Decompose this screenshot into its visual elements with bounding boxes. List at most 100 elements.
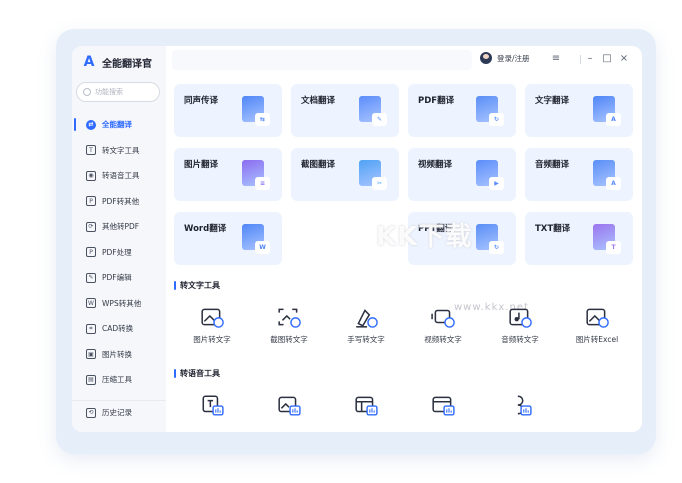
- card-art-badge: A: [606, 177, 621, 190]
- logo-icon: A: [83, 54, 95, 70]
- sidebar-item-5[interactable]: P PDF处理: [72, 240, 166, 266]
- document-translate-icon: ✎: [359, 96, 387, 126]
- sidebar-item-10[interactable]: ▤ 压缩工具: [72, 367, 166, 393]
- sidebar-item-label: PDF处理: [102, 247, 132, 257]
- translate-card-label: 视频翻译: [418, 160, 453, 170]
- to-pdf-icon: ⟳: [86, 221, 96, 232]
- history-icon: ⟲: [86, 407, 96, 418]
- card-art-badge: ✎: [372, 113, 387, 126]
- tool-item[interactable]: [251, 394, 327, 416]
- tool-item[interactable]: [328, 394, 404, 416]
- screenshot-to-text-icon: [278, 308, 301, 328]
- translate-card-label: PDF翻译: [418, 96, 455, 106]
- ppt-translate-icon: ↻: [476, 224, 504, 254]
- avatar: [480, 52, 492, 64]
- translate-card[interactable]: Word翻译 W: [174, 212, 282, 265]
- translate-card[interactable]: 文字翻译 A: [525, 84, 633, 137]
- close-icon[interactable]: ×: [618, 52, 630, 66]
- translate-card-label: 同声传译: [184, 96, 219, 106]
- speaker-voice-icon: [517, 395, 532, 416]
- simultaneous-interpret-icon: ⇆: [242, 96, 270, 126]
- video-translate-icon: ▶: [476, 160, 504, 190]
- section-title-voice-tools: 转语音工具: [174, 368, 220, 379]
- sidebar-item-label: PDF编辑: [102, 273, 132, 283]
- translate-card-label: 截图翻译: [301, 160, 336, 170]
- title-bar: 登录/注册 ≡ – □ ×: [166, 46, 642, 74]
- tool-item[interactable]: 视频转文字: [405, 306, 481, 345]
- translate-card[interactable]: 图片翻译 ≡: [174, 148, 282, 201]
- translate-card-label: 文字翻译: [535, 96, 570, 106]
- title-bar-divider: [580, 55, 581, 64]
- sidebar-item-3[interactable]: P PDF转其他: [72, 189, 166, 215]
- minimize-icon[interactable]: –: [584, 52, 596, 66]
- app-title: 全能翻译官: [102, 58, 152, 70]
- card-art-badge: ↻: [489, 241, 504, 254]
- tool-item[interactable]: 截图转文字: [251, 306, 327, 345]
- sidebar-item-9[interactable]: ▣ 图片转换: [72, 342, 166, 368]
- watermark-logo: KK下载: [376, 222, 473, 252]
- sidebar-item-label: 转文字工具: [102, 145, 140, 155]
- app-window: A 全能翻译官 ⇄ 全能翻译 T 转文字工具 ◉ 转语音工具 P PDF转其他 ⟳ 其他转PDF P…: [72, 46, 642, 432]
- card-art-badge: ⇆: [255, 113, 270, 126]
- translate-icon: ⇄: [86, 119, 96, 130]
- sidebar-item-label: CAD转换: [102, 324, 134, 334]
- sidebar: A 全能翻译官 ⇄ 全能翻译 T 转文字工具 ◉ 转语音工具 P PDF转其他 ⟳ 其他转PDF P…: [72, 46, 166, 432]
- tool-item[interactable]: 图片转Excel: [559, 306, 635, 345]
- card-art-badge: A: [606, 113, 621, 126]
- translate-card-label: 音频翻译: [535, 160, 570, 170]
- main-panel: 登录/注册 ≡ – □ × 同声传译 ⇆ 文档翻译 ✎ PDF翻译 ↻ 文字翻译 A 图片翻译 ≡…: [166, 46, 642, 432]
- translate-card[interactable]: 音频翻译 A: [525, 148, 633, 201]
- tool-item[interactable]: [482, 394, 558, 416]
- sidebar-item-2[interactable]: ◉ 转语音工具: [72, 163, 166, 189]
- voice-tool-icon: ◉: [86, 170, 96, 181]
- sidebar-item-6[interactable]: ✎ PDF编辑: [72, 265, 166, 291]
- sidebar-item-1[interactable]: T 转文字工具: [72, 138, 166, 164]
- section-title-text-tools: 转文字工具: [174, 280, 220, 291]
- pdf-translate-icon: ↻: [476, 96, 504, 126]
- sidebar-item-history[interactable]: ⟲ 历史记录: [72, 400, 166, 422]
- translate-card[interactable]: TXT翻译 T: [525, 212, 633, 265]
- maximize-icon[interactable]: □: [601, 52, 613, 66]
- text-translate-icon: A: [593, 96, 621, 126]
- search-input[interactable]: [95, 88, 155, 96]
- sidebar-item-label: 压缩工具: [102, 375, 132, 385]
- text-tool-icon: T: [86, 145, 96, 156]
- translate-card[interactable]: PDF翻译 ↻: [408, 84, 516, 137]
- card-art-badge: ✂: [372, 177, 387, 190]
- text-to-voice-icon: [202, 395, 224, 416]
- sidebar-item-label: PDF转其他: [102, 196, 140, 206]
- audio-to-text-icon: [509, 308, 532, 328]
- tool-label: 视频转文字: [424, 335, 462, 344]
- translate-card-label: TXT翻译: [535, 224, 571, 234]
- card-art-badge: ≡: [255, 177, 270, 190]
- title-bar-drag-area[interactable]: [172, 50, 472, 70]
- search-box[interactable]: [76, 82, 160, 102]
- cad-convert-icon: ⌗: [86, 323, 96, 334]
- translate-card[interactable]: 同声传译 ⇆: [174, 84, 282, 137]
- sidebar-item-8[interactable]: ⌗ CAD转换: [72, 316, 166, 342]
- tool-item[interactable]: 音频转文字: [482, 306, 558, 345]
- sidebar-item-0[interactable]: ⇄ 全能翻译: [72, 112, 166, 138]
- tool-label: 手写转文字: [347, 335, 385, 344]
- search-icon: [83, 88, 91, 96]
- tool-item[interactable]: [405, 394, 481, 416]
- tool-item[interactable]: 图片转文字: [174, 306, 250, 345]
- menu-icon[interactable]: ≡: [550, 52, 562, 66]
- sidebar-item-label: 全能翻译: [102, 120, 132, 130]
- tool-label: 截图转文字: [270, 335, 308, 344]
- image-to-text-icon: [201, 308, 224, 328]
- login-button[interactable]: 登录/注册: [480, 52, 530, 64]
- sidebar-item-4[interactable]: ⟳ 其他转PDF: [72, 214, 166, 240]
- sidebar-item-7[interactable]: W WPS转其他: [72, 291, 166, 317]
- translate-card[interactable]: 截图翻译 ✂: [291, 148, 399, 201]
- tool-item[interactable]: [174, 394, 250, 416]
- translate-card[interactable]: 视频翻译 ▶: [408, 148, 516, 201]
- image-convert-icon: ▣: [86, 349, 96, 360]
- image-to-excel-icon: [586, 308, 609, 328]
- sidebar-item-label: 其他转PDF: [102, 222, 140, 232]
- tool-item[interactable]: 手写转文字: [328, 306, 404, 345]
- card-art-badge: ↻: [489, 113, 504, 126]
- video-to-text-icon: [431, 309, 455, 328]
- image-to-voice-icon: [278, 396, 301, 416]
- translate-card[interactable]: 文档翻译 ✎: [291, 84, 399, 137]
